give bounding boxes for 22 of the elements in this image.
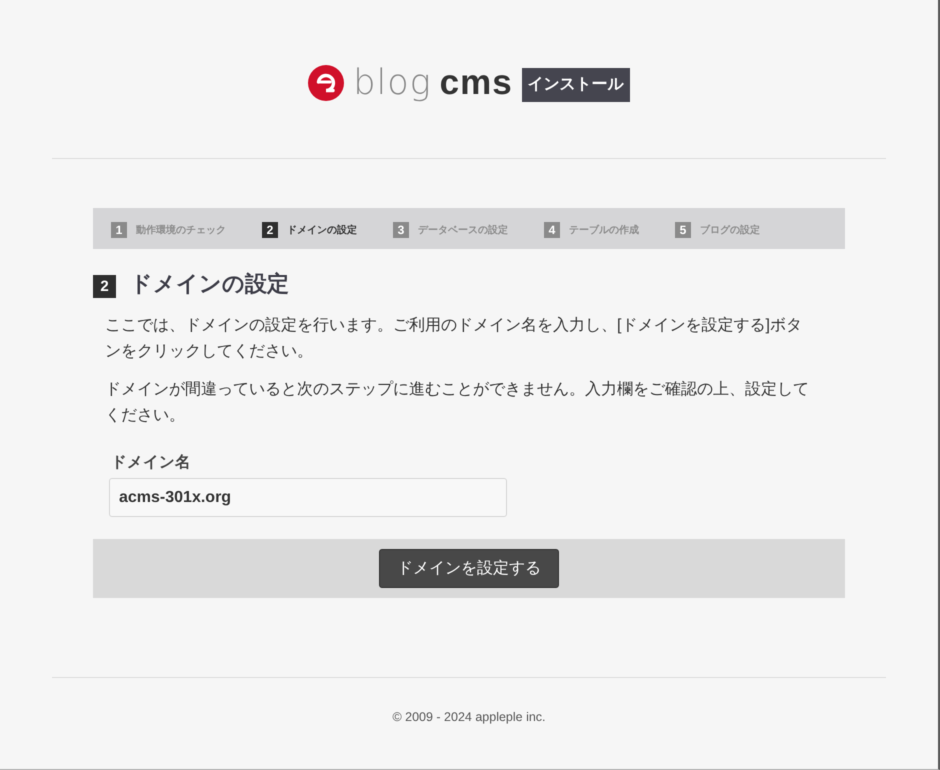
step-number: 5: [675, 222, 691, 238]
install-badge: インストール: [522, 68, 630, 102]
copyright-text: © 2009 - 2024 appleple inc.: [392, 710, 546, 724]
domain-input[interactable]: acms-301x.org: [109, 478, 507, 517]
logo-text: cms: [440, 64, 513, 102]
instruction-text: ドメインが間違っていると次のステップに進むことができません。入力欄をご確認の上、設定してください。: [105, 380, 810, 426]
step-label: 動作環境のチェック: [136, 223, 226, 236]
step-label: テーブルの作成: [569, 224, 639, 236]
instruction-text: ここでは、ドメインの設定を行います。ご利用のドメイン名を入力し、[ドメインを設定する]ボタンをクリックしてください。: [105, 316, 803, 362]
step-label: ブログの設定: [700, 223, 760, 236]
step-label: データベースの設定: [418, 223, 508, 236]
step-number: 3: [393, 222, 409, 238]
step-number: 4: [544, 222, 560, 238]
logo-text: blog: [353, 64, 432, 102]
page-heading: ドメインの設定: [130, 270, 289, 298]
step-label: ドメインの設定: [287, 223, 357, 236]
field-label: ドメイン名: [111, 453, 191, 473]
logo-icon: [308, 65, 344, 101]
step-number: 2: [262, 222, 278, 238]
set-domain-button[interactable]: ドメインを設定する: [379, 549, 559, 588]
heading-number: 2: [93, 274, 116, 298]
step-number: 1: [111, 222, 127, 238]
